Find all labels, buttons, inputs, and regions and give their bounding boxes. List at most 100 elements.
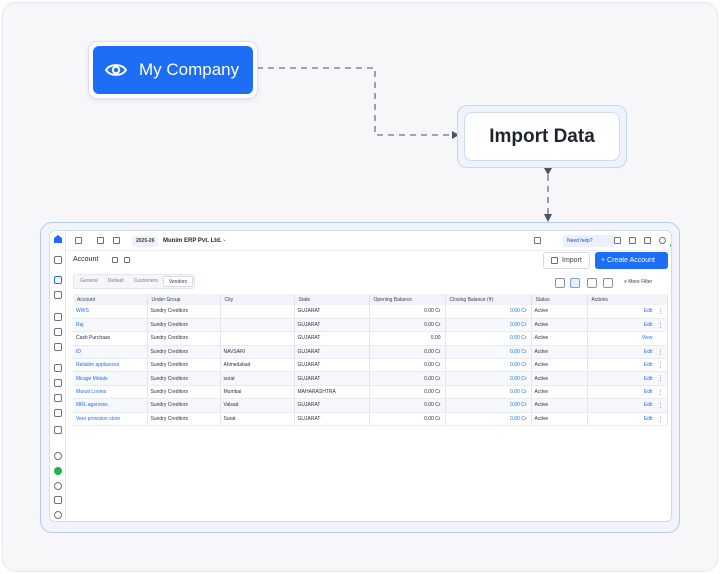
table-row[interactable]: Mirage Metals Sundry Creditors surat GUJ…	[73, 371, 668, 386]
closing-balance-link[interactable]: 0.00 Cr	[445, 412, 532, 427]
row-action-link[interactable]: Edit	[644, 349, 653, 355]
more-options-icon[interactable]: ⋮	[658, 349, 664, 356]
more-options-icon[interactable]: ⋮	[658, 416, 664, 423]
row-action-link[interactable]: Edit	[644, 322, 653, 328]
bag-icon[interactable]	[54, 328, 62, 336]
link-icon[interactable]	[124, 257, 130, 263]
column-header[interactable]: Under Group	[147, 294, 221, 305]
tab-general[interactable]: General	[75, 276, 103, 287]
copy-icon[interactable]	[644, 237, 651, 244]
state-cell: GUJARAT	[294, 305, 370, 319]
table-row[interactable]: Raj Sundry Creditors GUJARAT 0.00 Cr 0.0…	[73, 318, 668, 333]
row-action-link[interactable]: Edit	[644, 402, 653, 408]
calculator-icon[interactable]	[75, 237, 82, 244]
more-options-icon[interactable]: ⋮	[658, 362, 664, 369]
document-icon[interactable]	[113, 237, 120, 244]
more-options-icon[interactable]: ⋮	[658, 402, 664, 409]
logout-icon[interactable]	[54, 394, 62, 402]
closing-balance-link[interactable]: 0.00 Cr	[445, 318, 532, 333]
account-name-cell[interactable]: Cash Purchase	[73, 331, 148, 346]
row-action-link[interactable]: Edit	[644, 308, 653, 314]
tab-customers[interactable]: Customers	[129, 276, 163, 287]
monitor-icon[interactable]	[54, 496, 62, 504]
account-name-link[interactable]: Mirage Metals	[73, 371, 148, 386]
gift-icon[interactable]	[614, 237, 621, 244]
row-action-link[interactable]: Edit	[644, 376, 653, 382]
export-icon[interactable]	[555, 278, 565, 288]
more-options-icon[interactable]: ⋮	[658, 322, 664, 329]
table-row[interactable]: MRL agencies Sundry Creditors Valsad GUJ…	[73, 398, 668, 413]
closing-balance-link[interactable]: 0.00 Cr	[445, 398, 532, 413]
closing-balance-link[interactable]: 0.00 Cr	[445, 358, 532, 373]
row-action-link[interactable]: View	[642, 335, 653, 341]
book-icon[interactable]	[54, 426, 62, 434]
more-options-icon[interactable]: ⋮	[658, 389, 664, 396]
column-header[interactable]: Account	[73, 294, 148, 305]
account-name-link[interactable]: ID	[73, 345, 148, 360]
table-row[interactable]: Cash Purchase Sundry Creditors GUJARAT 0…	[73, 331, 668, 346]
state-cell: GUJARAT	[294, 371, 370, 386]
more-options-icon[interactable]: ⋮	[658, 308, 664, 315]
search-icon[interactable]	[534, 237, 541, 244]
app-logo	[54, 235, 62, 243]
closing-balance-link[interactable]: 0.00 Cr	[445, 331, 532, 346]
account-name-link[interactable]: WWS	[73, 305, 148, 319]
print-icon[interactable]	[587, 278, 597, 288]
closing-balance-link[interactable]: 0.00 Cr	[445, 305, 532, 319]
home-icon[interactable]	[54, 256, 62, 264]
whatsapp-icon[interactable]	[54, 467, 62, 475]
closing-balance-link[interactable]: 0.00 Cr	[445, 371, 532, 386]
import-button[interactable]: Import	[543, 252, 590, 269]
row-action-link[interactable]: Edit	[644, 416, 653, 422]
company-name[interactable]: Munim ERP Pvt. Ltd.	[163, 238, 222, 244]
table-row[interactable]: Veer provision store Sundry Creditors Su…	[73, 412, 668, 427]
column-header[interactable]: Status	[531, 294, 588, 305]
financial-year-badge[interactable]: 2025-26	[132, 236, 159, 247]
column-header[interactable]: Closing Balance (₹)	[445, 294, 532, 305]
users-icon[interactable]	[54, 379, 62, 387]
star-outline-icon[interactable]	[112, 257, 118, 263]
table-row[interactable]: Maruti Looms Sundry Creditors Mumbai MAH…	[73, 385, 668, 400]
fullscreen-icon[interactable]	[603, 278, 613, 288]
need-help-button[interactable]: Need help?	[563, 235, 615, 247]
rocket-icon[interactable]	[54, 452, 62, 460]
row-action-link[interactable]: Edit	[644, 362, 653, 368]
more-options-icon[interactable]: ⋮	[658, 375, 664, 382]
import-data-node[interactable]: Import Data	[457, 105, 627, 168]
message-icon[interactable]	[629, 237, 636, 244]
chevron-down-icon[interactable]: ⌄	[222, 236, 227, 243]
opening-balance-cell: 0.00 Cr	[369, 371, 446, 386]
closing-balance-link[interactable]: 0.00 Cr	[445, 345, 532, 360]
my-company-button[interactable]: My Company	[89, 42, 257, 98]
star-icon[interactable]	[97, 237, 104, 244]
eye-icon[interactable]	[54, 482, 62, 490]
tab-default[interactable]: Default	[103, 276, 129, 287]
bank-icon[interactable]	[54, 409, 62, 417]
column-header[interactable]: City	[220, 294, 295, 305]
profile-icon[interactable]	[659, 237, 666, 244]
online-indicator	[670, 244, 671, 247]
account-name-link[interactable]: Raj	[73, 318, 148, 333]
top-bar: 2025-26 Munim ERP Pvt. Ltd. ⌄ Need help?	[66, 231, 671, 251]
account-name-link[interactable]: Maruti Looms	[73, 385, 148, 400]
grid-icon[interactable]	[54, 343, 62, 351]
account-name-link[interactable]: Veer provision store	[73, 412, 148, 427]
ledger-icon[interactable]	[54, 291, 62, 299]
row-action-link[interactable]: Edit	[644, 389, 653, 395]
account-name-link[interactable]: Reliable appliances	[73, 358, 148, 373]
settings-icon[interactable]	[54, 511, 62, 519]
account-name-link[interactable]: MRL agencies	[73, 398, 148, 413]
table-row[interactable]: Reliable appliances Sundry Creditors Ahm…	[73, 358, 668, 373]
more-filter-button[interactable]: ≡ More Filter	[624, 279, 652, 285]
column-settings-icon[interactable]	[570, 278, 580, 288]
create-account-button[interactable]: + Create Account	[595, 252, 668, 269]
cart-icon[interactable]	[54, 313, 62, 321]
accounts-icon[interactable]	[54, 276, 62, 284]
column-header[interactable]: Opening Balance	[369, 294, 446, 305]
table-row[interactable]: ID Sundry Creditors NAVSARI GUJARAT 0.00…	[73, 345, 668, 360]
report-icon[interactable]	[54, 364, 62, 372]
tab-vendors[interactable]: Vendors	[162, 276, 194, 287]
table-row[interactable]: WWS Sundry Creditors GUJARAT 0.00 Cr 0.0…	[73, 305, 668, 319]
column-header[interactable]: State	[294, 294, 370, 305]
closing-balance-link[interactable]: 0.00 Cr	[445, 385, 532, 400]
